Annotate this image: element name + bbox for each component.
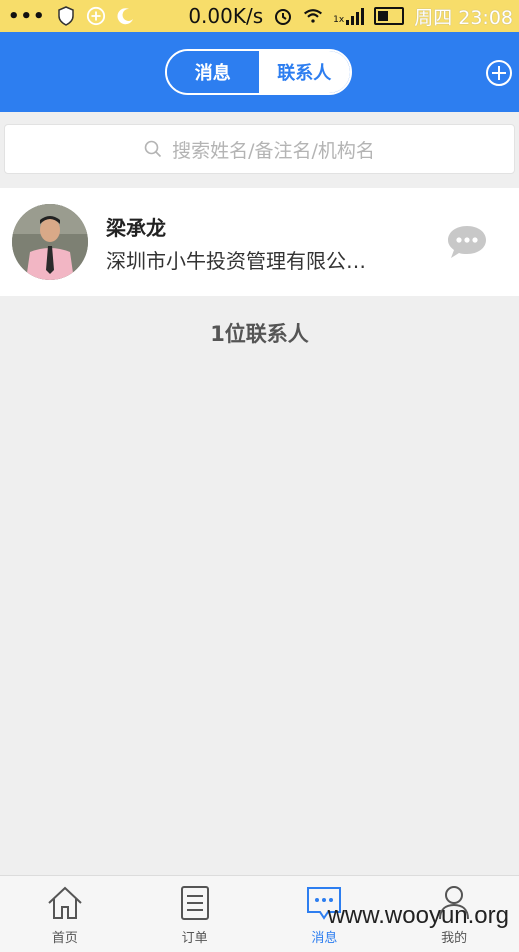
home-icon bbox=[48, 886, 82, 919]
tab-orders-label: 订单 bbox=[181, 931, 208, 946]
contact-count: 1位联系人 bbox=[210, 322, 309, 346]
signal-icon: 1x bbox=[333, 7, 365, 25]
chat-button[interactable] bbox=[446, 224, 488, 260]
search-icon bbox=[144, 140, 162, 158]
status-bar: ••• 0.00K/s 1x 周四 23:08 bbox=[0, 0, 519, 32]
shield-icon bbox=[56, 6, 76, 26]
tab-home-label: 首页 bbox=[51, 931, 78, 946]
moon-icon bbox=[116, 6, 136, 26]
add-contact-button[interactable] bbox=[485, 59, 513, 87]
avatar bbox=[12, 204, 88, 280]
notification-dots: ••• bbox=[8, 5, 46, 27]
clock: 周四 23:08 bbox=[414, 6, 513, 29]
order-list-icon bbox=[180, 886, 209, 920]
alarm-icon bbox=[273, 6, 293, 26]
segmented-control: 消息 联系人 bbox=[165, 49, 352, 95]
contact-organization: 深圳市小牛投资管理有限公… bbox=[106, 249, 366, 273]
signal-label: 1x bbox=[333, 14, 345, 25]
plus-circle-icon bbox=[486, 60, 512, 86]
wifi-icon bbox=[303, 6, 323, 26]
network-speed: 0.00K/s bbox=[188, 4, 264, 28]
battery-icon bbox=[374, 7, 405, 25]
search-placeholder: 搜索姓名/备注名/机构名 bbox=[172, 139, 375, 162]
watermark: www.wooyun.org bbox=[327, 902, 509, 929]
tab-orders[interactable]: 订单 bbox=[130, 876, 260, 952]
contact-name: 梁承龙 bbox=[106, 216, 166, 240]
tab-contacts[interactable]: 联系人 bbox=[258, 51, 350, 93]
contact-list-item[interactable]: 梁承龙 深圳市小牛投资管理有限公… bbox=[0, 188, 519, 296]
chat-bubble-icon bbox=[448, 226, 486, 258]
search-section: 搜索姓名/备注名/机构名 bbox=[0, 112, 519, 188]
search-input[interactable]: 搜索姓名/备注名/机构名 bbox=[4, 124, 515, 174]
tab-home[interactable]: 首页 bbox=[0, 876, 130, 952]
app-header: 消息 联系人 bbox=[0, 32, 519, 112]
tab-messages[interactable]: 消息 bbox=[167, 51, 259, 93]
add-circle-icon bbox=[86, 6, 106, 26]
